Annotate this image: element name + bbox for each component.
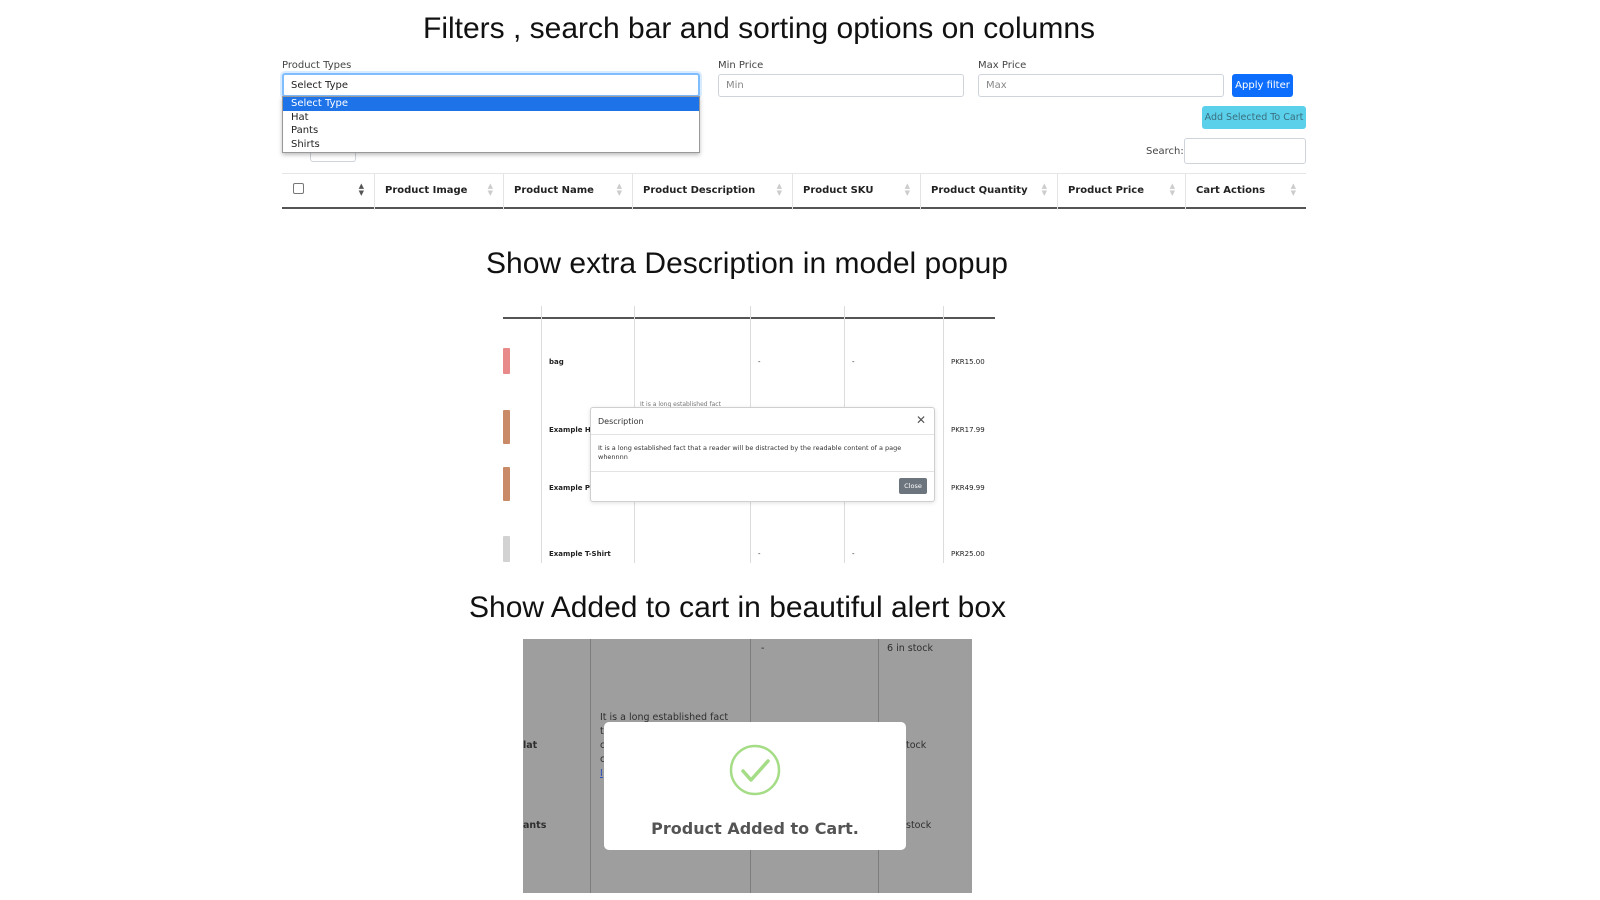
product-types-label: Product Types — [282, 60, 352, 71]
product-sku-cell: - — [758, 358, 761, 366]
add-selected-to-cart-button[interactable]: Add Selected To Cart — [1202, 106, 1306, 129]
sort-icon[interactable]: ▲ ▼ — [488, 183, 493, 197]
product-thumbnail — [503, 467, 510, 501]
product-sku-cell: - — [758, 550, 761, 558]
column-header-product-image[interactable]: Product Image ▲ ▼ — [374, 174, 503, 210]
added-to-cart-alert: Product Added to Cart. — [604, 722, 906, 850]
stock-cell: tock — [906, 740, 927, 751]
product-name-cell: Example Ha — [549, 426, 596, 434]
stock-cell: 6 in stock — [887, 643, 933, 654]
column-divider — [943, 306, 944, 563]
select-all-header: ▲ ▼ — [282, 174, 374, 210]
option-select-type[interactable]: Select Type — [283, 97, 699, 111]
sort-icon[interactable]: ▲ ▼ — [1170, 183, 1175, 197]
sort-icon[interactable]: ▲ ▼ — [1042, 183, 1047, 197]
product-name-cell: Example T-Shirt — [549, 550, 611, 558]
description-modal: Description ✕ It is a long established f… — [590, 407, 935, 502]
column-label: Product Name — [514, 185, 594, 196]
filters-section-heading: Filters , search bar and sorting options… — [423, 12, 1095, 45]
product-name-cell: Example Pa — [549, 484, 595, 492]
column-label: Product Image — [385, 185, 468, 196]
max-price-input[interactable]: Max — [978, 74, 1224, 97]
column-divider — [590, 639, 591, 893]
alert-message: Product Added to Cart. — [651, 819, 859, 838]
modal-divider — [591, 434, 934, 435]
column-divider — [541, 306, 542, 563]
min-price-input[interactable]: Min — [718, 74, 964, 97]
table-header-row: ▲ ▼ Product Image ▲ ▼ Product Name ▲ ▼ Prod… — [282, 173, 1306, 210]
column-label: Product Quantity — [931, 185, 1028, 196]
product-thumbnail — [503, 536, 510, 562]
alert-section-heading: Show Added to cart in beautiful alert bo… — [469, 591, 1007, 624]
column-header-product-name[interactable]: Product Name ▲ ▼ — [503, 174, 632, 210]
description-modal-demo: bag - - PKR15.00 It is a long establishe… — [503, 306, 995, 563]
product-quantity-cell: - — [852, 358, 855, 366]
search-label: Search: — [1146, 146, 1184, 157]
product-type-select[interactable]: Select Type — [282, 73, 700, 97]
option-hat[interactable]: Hat — [283, 111, 699, 125]
min-price-label: Min Price — [718, 60, 764, 71]
added-to-cart-alert-demo: - 6 in stock It is a long established fa… — [523, 639, 972, 893]
sort-icon[interactable]: ▲ ▼ — [905, 183, 910, 197]
column-header-product-description[interactable]: Product Description ▲ ▼ — [632, 174, 792, 210]
column-header-product-sku[interactable]: Product SKU ▲ ▼ — [792, 174, 920, 210]
success-check-icon — [729, 744, 781, 796]
sort-icon[interactable]: ▲ ▼ — [1291, 183, 1296, 197]
product-name-cell: bag — [549, 358, 564, 366]
sort-icon[interactable]: ▲ ▼ — [617, 183, 622, 197]
product-sku-cell: - — [761, 643, 765, 654]
description-section-heading: Show extra Description in model popup — [486, 247, 1008, 280]
column-label: Product Description — [643, 185, 756, 196]
column-label: Product Price — [1068, 185, 1144, 196]
product-name-cell: ants — [523, 820, 547, 831]
product-price-cell: PKR15.00 — [951, 358, 985, 366]
product-price-cell: PKR49.99 — [951, 484, 985, 492]
max-price-label: Max Price — [978, 60, 1027, 71]
product-thumbnail — [503, 348, 510, 374]
column-label: Product SKU — [803, 185, 874, 196]
read-more-link[interactable]: I — [600, 768, 603, 779]
option-shirts[interactable]: Shirts — [283, 138, 699, 152]
table-header-border — [503, 317, 995, 319]
stock-cell: stock — [906, 820, 932, 831]
product-thumbnail — [503, 410, 510, 444]
option-pants[interactable]: Pants — [283, 124, 699, 138]
apply-filter-button[interactable]: Apply filter — [1232, 74, 1293, 97]
product-price-cell: PKR17.99 — [951, 426, 985, 434]
product-type-dropdown: Select Type Hat Pants Shirts — [282, 96, 700, 153]
sort-icon[interactable]: ▲ ▼ — [777, 183, 782, 197]
column-header-product-price[interactable]: Product Price ▲ ▼ — [1057, 174, 1185, 210]
column-header-cart-actions[interactable]: Cart Actions ▲ ▼ — [1185, 174, 1306, 210]
product-name-cell: lat — [523, 740, 538, 751]
column-label: Cart Actions — [1196, 185, 1266, 196]
select-all-checkbox[interactable] — [293, 183, 304, 194]
modal-close-button[interactable]: Close — [899, 478, 927, 494]
product-quantity-cell: - — [852, 550, 855, 558]
search-input[interactable] — [1184, 138, 1306, 164]
close-icon[interactable]: ✕ — [916, 413, 926, 427]
modal-body-text: It is a long established fact that a rea… — [598, 444, 902, 461]
modal-divider — [591, 471, 934, 472]
product-price-cell: PKR25.00 — [951, 550, 985, 558]
column-header-product-quantity[interactable]: Product Quantity ▲ ▼ — [920, 174, 1057, 210]
modal-title: Description — [598, 417, 644, 426]
sort-icon[interactable]: ▲ ▼ — [359, 183, 364, 197]
